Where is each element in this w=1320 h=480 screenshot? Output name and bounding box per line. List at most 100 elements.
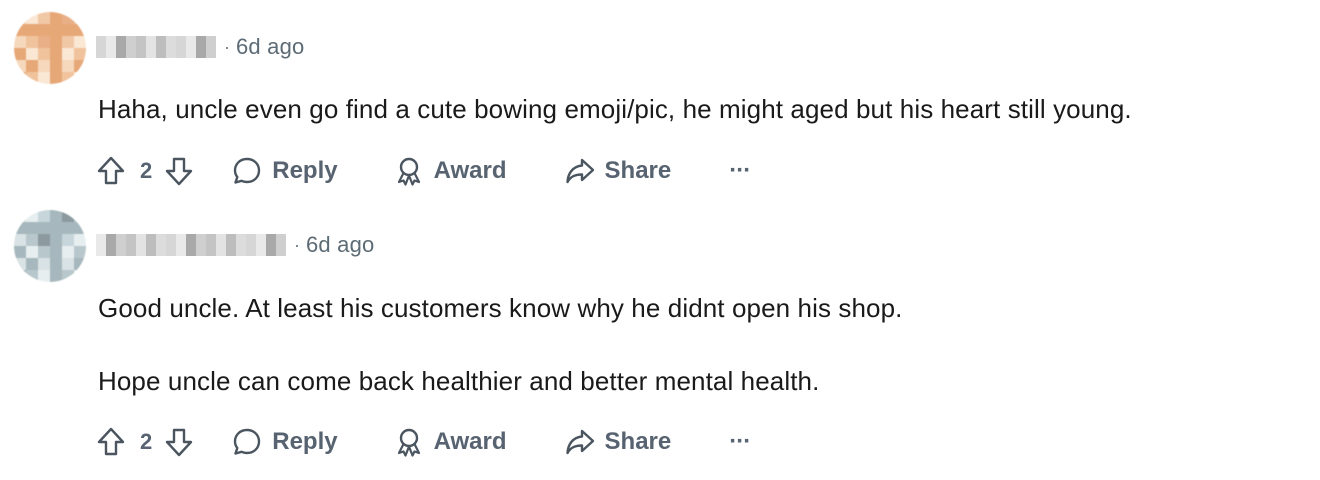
redaction-block xyxy=(136,234,146,256)
avatar-pixel xyxy=(74,246,86,258)
redaction-block xyxy=(106,36,116,58)
redaction-block xyxy=(126,36,136,58)
share-icon xyxy=(563,425,597,459)
avatar-pixel xyxy=(26,270,38,282)
avatar-pixel xyxy=(62,72,74,84)
redaction-block xyxy=(146,36,156,58)
comment-bubble-icon xyxy=(230,154,264,188)
avatar-pixel xyxy=(14,60,26,72)
more-options-icon[interactable]: ··· xyxy=(729,151,751,191)
avatar-pixel xyxy=(50,270,62,282)
share-button[interactable]: Share xyxy=(563,422,672,462)
username-redacted[interactable] xyxy=(96,36,216,58)
reply-label: Reply xyxy=(272,428,338,455)
redaction-block xyxy=(256,234,266,256)
avatar-pixel xyxy=(74,48,86,60)
avatar-pixel xyxy=(38,36,50,48)
avatar-pixel xyxy=(26,12,38,24)
avatar-pixel xyxy=(62,222,74,234)
redaction-block xyxy=(116,234,126,256)
avatar-pixel xyxy=(50,258,62,270)
avatar-pixel xyxy=(14,222,26,234)
redaction-block xyxy=(126,234,136,256)
avatar-pixel xyxy=(62,234,74,246)
redaction-block xyxy=(226,234,236,256)
share-label: Share xyxy=(604,428,672,455)
avatar-pixel xyxy=(62,24,74,36)
meta-separator: · xyxy=(224,37,230,57)
comment-actions: 2 Reply Award Share ··· xyxy=(94,151,751,191)
avatar-pixel xyxy=(14,36,26,48)
award-button[interactable]: Award xyxy=(392,151,507,191)
vote-count: 2 xyxy=(140,429,153,454)
timestamp[interactable]: 6d ago xyxy=(236,30,305,64)
share-button[interactable]: Share xyxy=(563,151,672,191)
comment-body-text: Good uncle. At least his customers know … xyxy=(98,293,903,323)
redaction-block xyxy=(246,234,256,256)
avatar-pixel xyxy=(38,12,50,24)
avatar-pixel xyxy=(14,24,26,36)
avatar-pixel xyxy=(26,48,38,60)
avatar-pixel xyxy=(74,24,86,36)
more-options-icon[interactable]: ··· xyxy=(729,422,751,462)
avatar-pixel xyxy=(62,258,74,270)
avatar[interactable] xyxy=(14,12,86,84)
redaction-block xyxy=(276,234,286,256)
avatar[interactable] xyxy=(14,210,86,282)
share-label: Share xyxy=(604,157,672,184)
avatar-pixel xyxy=(50,234,62,246)
timestamp[interactable]: 6d ago xyxy=(306,228,375,262)
avatar-pixel xyxy=(74,270,86,282)
comment-bubble-icon xyxy=(230,425,264,459)
comment-actions: 2 Reply Award Share ··· xyxy=(94,422,751,462)
avatar-pixel xyxy=(50,72,62,84)
redaction-block xyxy=(136,36,146,58)
redaction-block xyxy=(186,36,196,58)
avatar-pixel xyxy=(50,246,62,258)
avatar-pixel xyxy=(38,60,50,72)
award-label: Award xyxy=(433,428,507,455)
redaction-block xyxy=(166,36,176,58)
avatar-pixel xyxy=(50,222,62,234)
comment-body-text: Hope uncle can come back healthier and b… xyxy=(98,366,820,396)
avatar-pixel xyxy=(14,72,26,84)
redaction-block xyxy=(116,36,126,58)
redaction-block xyxy=(156,36,166,58)
avatar-pixel xyxy=(38,222,50,234)
avatar-pixel xyxy=(38,210,50,222)
avatar-pixel xyxy=(50,210,62,222)
award-icon xyxy=(392,154,426,188)
username-redacted[interactable] xyxy=(96,234,286,256)
avatar-pixel xyxy=(26,24,38,36)
avatar-pixel xyxy=(74,222,86,234)
avatar-pixel xyxy=(26,60,38,72)
avatar-pixel xyxy=(14,270,26,282)
award-button[interactable]: Award xyxy=(392,422,507,462)
avatar-pixel xyxy=(26,234,38,246)
reply-button[interactable]: Reply xyxy=(230,151,338,191)
avatar-pixel xyxy=(74,12,86,24)
avatar-pixel xyxy=(26,246,38,258)
avatar-pixel xyxy=(14,12,26,24)
downvote-icon[interactable] xyxy=(162,425,196,459)
reply-button[interactable]: Reply xyxy=(230,422,338,462)
avatar-pixel xyxy=(38,234,50,246)
avatar-pixel xyxy=(14,210,26,222)
avatar-pixel xyxy=(38,72,50,84)
redaction-block xyxy=(196,234,206,256)
downvote-icon[interactable] xyxy=(162,154,196,188)
avatar-pixel xyxy=(62,210,74,222)
award-label: Award xyxy=(433,157,507,184)
upvote-icon[interactable] xyxy=(94,154,128,188)
avatar-pixel xyxy=(26,258,38,270)
upvote-icon[interactable] xyxy=(94,425,128,459)
avatar-pixel xyxy=(26,222,38,234)
reply-label: Reply xyxy=(272,157,338,184)
avatar-pixel xyxy=(62,12,74,24)
comment-meta: · 6d ago xyxy=(96,30,305,64)
redaction-block xyxy=(96,234,106,256)
avatar-pixel xyxy=(38,24,50,36)
avatar-pixel xyxy=(14,258,26,270)
avatar-pixel xyxy=(50,60,62,72)
avatar-pixel xyxy=(74,210,86,222)
